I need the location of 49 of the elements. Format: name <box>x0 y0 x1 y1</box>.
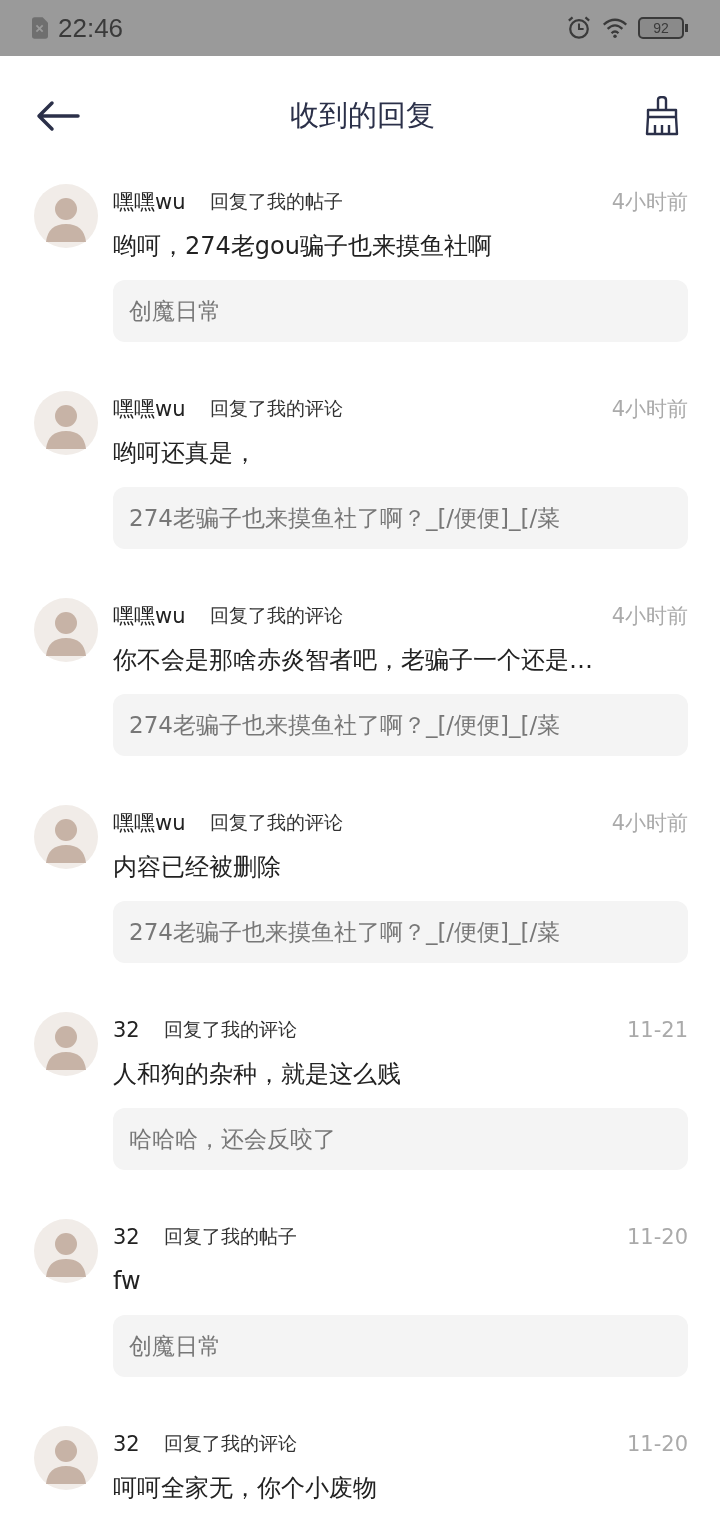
quoted-text[interactable]: 哈哈哈，还会反咬了 <box>113 1108 688 1170</box>
reply-action: 回复了我的帖子 <box>209 189 343 214</box>
wifi-icon <box>602 16 628 40</box>
quoted-text[interactable]: 274老骗子也来摸鱼社了啊？_[/便便]_[/菜 <box>113 901 688 963</box>
user-name[interactable]: 嘿嘿wu <box>113 602 186 630</box>
reply-action: 回复了我的评论 <box>209 603 343 628</box>
user-name[interactable]: 32 <box>113 1018 140 1042</box>
page-title: 收到的回复 <box>289 97 435 134</box>
avatar[interactable] <box>34 1012 98 1076</box>
reply-time: 4小时前 <box>611 189 688 216</box>
user-name[interactable]: 32 <box>113 1225 140 1249</box>
reply-text: 你不会是那啥赤炎智者吧，老骗子一个还是… <box>113 645 594 676</box>
avatar[interactable] <box>34 598 98 662</box>
quoted-text[interactable]: 274老骗子也来摸鱼社了啊？_[/便便]_[/菜 <box>113 487 688 549</box>
reply-time: 11-20 <box>626 1225 688 1249</box>
user-name[interactable]: 嘿嘿wu <box>113 188 186 216</box>
broom-button[interactable] <box>644 96 680 136</box>
avatar[interactable] <box>34 1219 98 1283</box>
quoted-text[interactable]: 创魔日常 <box>113 1315 688 1377</box>
quoted-text[interactable]: 创魔日常 <box>113 280 688 342</box>
avatar[interactable] <box>34 184 98 248</box>
reply-time: 11-21 <box>626 1018 688 1042</box>
reply-text: 呵呵全家无，你个小废物 <box>113 1473 378 1504</box>
reply-text: 哟呵还真是， <box>113 438 258 469</box>
user-name[interactable]: 嘿嘿wu <box>113 809 186 837</box>
reply-text: 人和狗的杂种，就是这么贱 <box>113 1059 402 1090</box>
reply-time: 4小时前 <box>611 810 688 837</box>
reply-text: 内容已经被删除 <box>113 852 282 883</box>
back-button[interactable] <box>36 100 80 132</box>
reply-text: 哟呵，274老gou骗子也来摸鱼社啊 <box>113 231 493 262</box>
reply-action: 回复了我的评论 <box>163 1017 297 1042</box>
user-name[interactable]: 32 <box>113 1432 140 1456</box>
avatar[interactable] <box>34 805 98 869</box>
reply-action: 回复了我的评论 <box>209 810 343 835</box>
quoted-text[interactable]: 274老骗子也来摸鱼社了啊？_[/便便]_[/菜 <box>113 694 688 756</box>
reply-time: 4小时前 <box>611 603 688 630</box>
reply-time: 11-20 <box>626 1432 688 1456</box>
no-sim-icon <box>32 17 48 39</box>
clock-time: 22:46 <box>58 12 124 44</box>
user-name[interactable]: 嘿嘿wu <box>113 395 186 423</box>
reply-time: 4小时前 <box>611 396 688 423</box>
reply-action: 回复了我的评论 <box>163 1431 297 1456</box>
reply-text: fw <box>113 1266 142 1297</box>
reply-action: 回复了我的评论 <box>209 396 343 421</box>
alarm-icon <box>566 16 592 40</box>
avatar[interactable] <box>34 1426 98 1490</box>
battery-indicator: 92 <box>638 17 688 39</box>
reply-action: 回复了我的帖子 <box>163 1224 297 1249</box>
avatar[interactable] <box>34 391 98 455</box>
